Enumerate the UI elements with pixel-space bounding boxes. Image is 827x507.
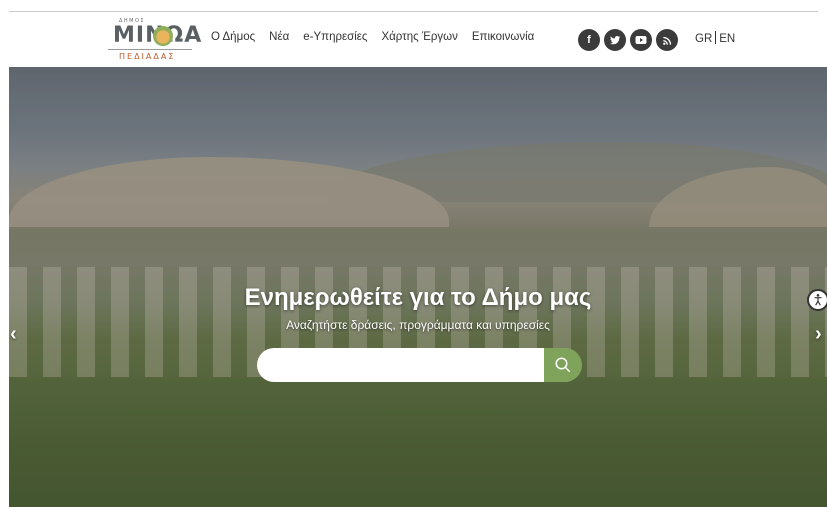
nav-item-projects-map[interactable]: Χάρτης Έργων: [381, 31, 457, 43]
nav-item-news[interactable]: Νέα: [269, 31, 289, 43]
carousel-next-arrow[interactable]: ›: [815, 323, 822, 346]
logo-emblem-icon: [153, 26, 173, 46]
site-header: ΔΗΜΟΣ ΜΙΝΩΑ ΠΕΔΙΑΔΑΣ Ο Δήμος Νέα e-Υπηρε…: [0, 12, 827, 67]
rss-icon[interactable]: [656, 29, 678, 51]
search-button[interactable]: [544, 348, 582, 382]
carousel-prev-arrow[interactable]: ‹: [10, 323, 17, 346]
lang-gr[interactable]: GR: [695, 33, 712, 45]
nav-item-e-services[interactable]: e-Υπηρεσίες: [303, 31, 367, 43]
search-icon: [555, 357, 571, 373]
facebook-icon[interactable]: f: [578, 29, 600, 51]
accessibility-icon[interactable]: [807, 289, 827, 311]
search-input[interactable]: [257, 348, 581, 382]
hero-banner: Ενημερωθείτε για το Δήμο μας Αναζητήστε …: [9, 67, 827, 507]
language-switcher: GR EN: [695, 31, 735, 45]
lang-divider: [715, 31, 717, 44]
youtube-icon[interactable]: [630, 29, 652, 51]
site-logo[interactable]: ΔΗΜΟΣ ΜΙΝΩΑ ΠΕΔΙΑΔΑΣ: [103, 16, 201, 66]
nav-item-municipality[interactable]: Ο Δήμος: [211, 31, 255, 43]
nav-item-contact[interactable]: Επικοινωνία: [472, 31, 534, 43]
main-nav: Ο Δήμος Νέα e-Υπηρεσίες Χάρτης Έργων Επι…: [211, 31, 548, 43]
lang-en[interactable]: EN: [719, 33, 735, 45]
logo-divider: [108, 49, 192, 50]
hero-subtitle: Αναζητήστε δράσεις, προγράμματα και υπηρ…: [286, 318, 550, 332]
hero-title: Ενημερωθείτε για το Δήμο μας: [244, 284, 592, 311]
logo-sub-text: ΠΕΔΙΑΔΑΣ: [119, 52, 176, 61]
twitter-icon[interactable]: [604, 29, 626, 51]
